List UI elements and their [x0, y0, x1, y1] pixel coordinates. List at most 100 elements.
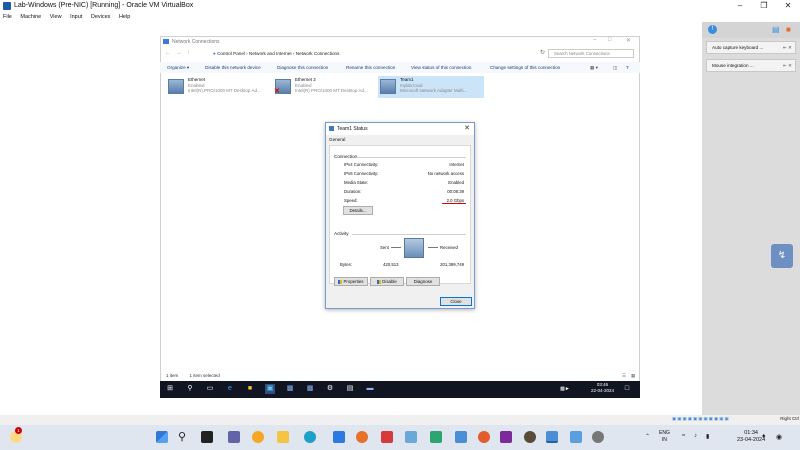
host-clock[interactable]: 01:34 23-04-2024 — [737, 430, 765, 444]
chrome-icon[interactable] — [252, 431, 264, 443]
up-arrow-icon[interactable]: ↑ — [187, 48, 190, 59]
tab-general[interactable]: General — [329, 137, 345, 142]
adapter-ethernet-2[interactable]: ✕ Ethernet 2 Enabled Intel(R) PRO/1000 M… — [273, 76, 379, 98]
app-icon[interactable] — [430, 431, 442, 443]
menu-view[interactable]: View — [50, 14, 62, 20]
panel-tools-icon[interactable]: ■ — [786, 25, 791, 34]
command-bar: Organize ▾ Disable this network device D… — [160, 62, 640, 73]
shield-icon — [338, 279, 343, 284]
explorer-minimize-icon[interactable]: – — [593, 37, 596, 43]
disable-device-button[interactable]: Disable this network device — [205, 62, 261, 73]
settings-gear-icon[interactable]: ⚙ — [325, 384, 335, 394]
windows-start-icon[interactable] — [156, 431, 168, 443]
notification-icon[interactable]: □ — [622, 384, 632, 394]
ipv4-row: IPv4 Connectivity: Internet — [344, 162, 464, 167]
panel-toggle-icon[interactable]: ▤ — [772, 25, 780, 34]
preview-pane-icon[interactable]: ◫ — [613, 62, 617, 73]
bell-icon[interactable]: ♦ — [762, 433, 766, 440]
notice-close-icon[interactable]: ⇤ ✕ — [783, 42, 792, 53]
firefox-icon[interactable] — [356, 431, 368, 443]
properties-button[interactable]: Properties — [334, 277, 368, 286]
notice-auto-capture-keyboard[interactable]: Auto capture keyboard ... ⇤ ✕ — [706, 41, 796, 54]
volume-icon[interactable]: ♪ — [694, 433, 697, 439]
refresh-icon[interactable]: ↻ — [540, 48, 545, 59]
details-view-icon[interactable]: ☰ — [622, 371, 626, 381]
notice-close-icon[interactable]: ⇤ ✕ — [783, 60, 792, 71]
side-handle-icon[interactable]: ↯ — [771, 244, 793, 268]
status-device-icons[interactable]: ▣▣▣▣▣▣▣▣▣▣▣ — [672, 416, 730, 422]
menu-devices[interactable]: Devices — [91, 14, 111, 20]
menu-machine[interactable]: Machine — [20, 14, 41, 20]
network-adapter-icon — [168, 79, 184, 94]
rename-connection-button[interactable]: Rename this connection — [346, 62, 395, 73]
host-task-view-icon[interactable] — [201, 431, 213, 443]
language-indicator[interactable]: ENG IN — [659, 430, 670, 444]
wifi-icon[interactable]: ≈ — [682, 433, 685, 439]
edge-icon[interactable]: e — [225, 384, 235, 394]
virtualbox-manager-icon[interactable] — [455, 431, 467, 443]
item-count: 1 item — [166, 373, 179, 378]
minimize-icon[interactable]: – — [732, 0, 748, 12]
search-icon[interactable]: ⚲ — [185, 384, 195, 394]
info-icon[interactable]: ! — [708, 25, 717, 34]
search-input[interactable]: Search Network Connections — [548, 49, 634, 58]
guest-clock[interactable]: 03:46 22-04-2024 — [591, 382, 614, 394]
battery-icon[interactable]: ▮ — [706, 433, 709, 440]
view-status-button[interactable]: View status of this connection — [411, 62, 471, 73]
start-icon[interactable]: ⊞ — [165, 384, 175, 394]
dialog-close-icon[interactable]: ✕ — [464, 123, 470, 135]
restore-icon[interactable]: ❐ — [756, 0, 772, 12]
ipv6-row: IPv6 Connectivity: No network access — [344, 171, 464, 176]
view-options-icon[interactable]: ▦ ▾ — [590, 62, 598, 73]
close-button[interactable]: Close — [440, 297, 472, 306]
teams-icon[interactable] — [228, 431, 240, 443]
adapter-ethernet[interactable]: Ethernet Enabled Intel(R) PRO/1000 MT De… — [166, 76, 272, 98]
diagnose-button[interactable]: Diagnose — [406, 277, 440, 286]
tray-icons[interactable]: ▩► — [560, 384, 570, 394]
close-icon[interactable]: ✕ — [780, 0, 796, 12]
back-arrow-icon[interactable]: ← — [165, 48, 171, 59]
breadcrumb-network-connections[interactable]: Network Connections — [296, 51, 340, 56]
action-center-icon[interactable]: ◉ — [776, 433, 782, 441]
remote-desktop-icon[interactable]: ▬ — [365, 384, 375, 394]
task-view-icon[interactable]: ▭ — [205, 384, 215, 394]
photos-icon[interactable] — [405, 431, 417, 443]
host-file-explorer-icon[interactable] — [277, 431, 289, 443]
chrome-profile-icon[interactable] — [478, 431, 490, 443]
organize-button[interactable]: Organize ▾ — [167, 62, 189, 73]
breadcrumb-network-internet[interactable]: Network and Internet — [249, 51, 292, 56]
server-manager-icon[interactable]: ▩ — [285, 384, 295, 394]
show-hidden-icons[interactable]: ⌃ — [645, 433, 650, 440]
notice-mouse-integration[interactable]: Mouse integration ... ⇤ ✕ — [706, 59, 796, 72]
onenote-icon[interactable] — [500, 431, 512, 443]
adapter-team1[interactable]: Team1 mylab.local Microsoft Network Adap… — [378, 76, 484, 98]
help-icon[interactable]: ? — [626, 62, 629, 73]
forward-arrow-icon[interactable]: → — [176, 48, 182, 59]
terminal-icon[interactable]: ▤ — [345, 384, 355, 394]
breadcrumb-control-panel[interactable]: Control Panel — [217, 51, 245, 56]
details-button[interactable]: Details... — [343, 206, 373, 215]
change-settings-button[interactable]: Change settings of this connection — [490, 62, 560, 73]
file-explorer-icon[interactable]: ■ — [245, 384, 255, 394]
app-icon-3[interactable] — [570, 431, 582, 443]
disable-button[interactable]: Disable — [370, 277, 404, 286]
network-status-app-icon[interactable]: ▩ — [305, 384, 315, 394]
row-label: IPv4 Connectivity: — [344, 162, 379, 167]
menu-file[interactable]: File — [3, 14, 12, 20]
explorer-close-icon[interactable]: ✕ — [626, 37, 631, 44]
mcafee-icon[interactable] — [381, 431, 393, 443]
menu-input[interactable]: Input — [70, 14, 82, 20]
explorer-maximize-icon[interactable]: □ — [608, 37, 612, 43]
menu-help[interactable]: Help — [119, 14, 130, 20]
edge-browser-icon[interactable] — [304, 431, 316, 443]
store-icon[interactable] — [333, 431, 345, 443]
breadcrumb[interactable]: ● Control Panel › Network and Internet ›… — [213, 48, 339, 59]
active-virtualbox-icon[interactable] — [546, 431, 558, 443]
host-search-icon[interactable]: ⚲ — [178, 431, 190, 443]
network-connections-app-icon[interactable]: ▣ — [265, 384, 275, 394]
disable-label: Disable — [382, 279, 397, 284]
app-icon-2[interactable] — [524, 431, 536, 443]
icons-view-icon[interactable]: ▦ — [631, 371, 635, 381]
settings-icon[interactable] — [592, 431, 604, 443]
diagnose-connection-button[interactable]: Diagnose this connection — [277, 62, 328, 73]
